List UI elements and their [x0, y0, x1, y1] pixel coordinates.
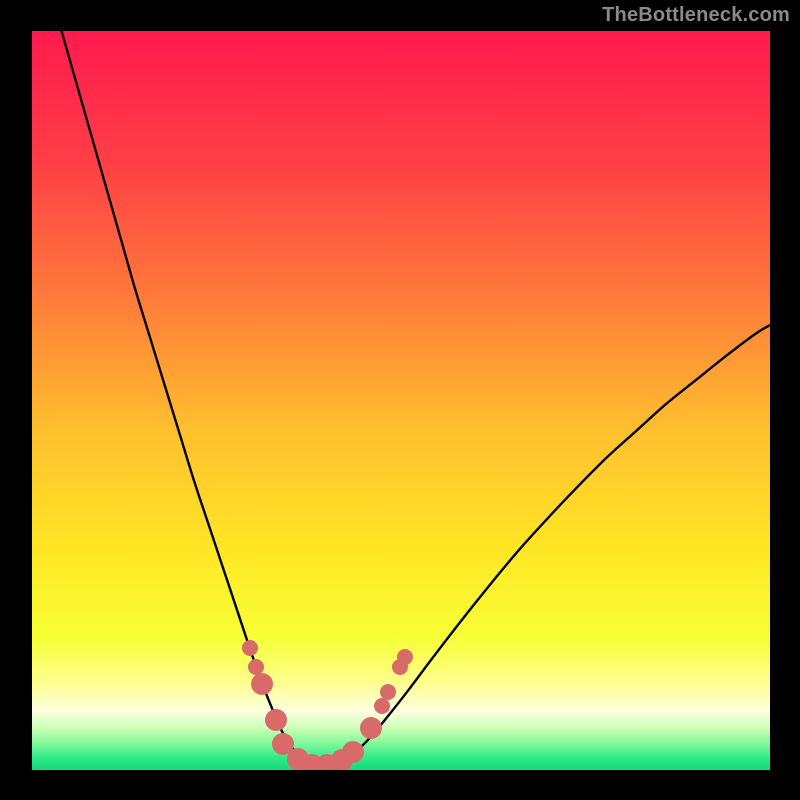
- curve-marker: [380, 684, 396, 700]
- curve-marker: [251, 673, 273, 695]
- curve-marker: [397, 649, 413, 665]
- curve-marker: [360, 717, 382, 739]
- plot-area: [32, 31, 770, 770]
- watermark-text: TheBottleneck.com: [602, 4, 790, 27]
- curve-marker: [242, 640, 258, 656]
- chart-stage: TheBottleneck.com: [0, 0, 800, 800]
- curve-marker: [374, 698, 390, 714]
- curve-marker: [265, 709, 287, 731]
- curve-marker: [342, 741, 364, 763]
